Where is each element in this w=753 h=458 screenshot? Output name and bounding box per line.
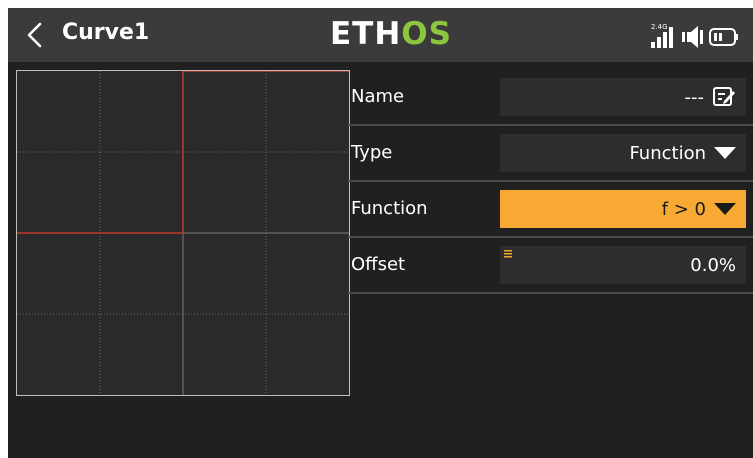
dropdown-triangle-icon — [714, 147, 736, 159]
adjust-marker-icon — [504, 250, 512, 258]
setting-row-type: Type Function — [348, 126, 753, 182]
function-value: f > 0 — [661, 198, 706, 220]
rf-band-label: 2.4G — [651, 23, 668, 31]
page-title: Curve1 — [62, 20, 150, 45]
name-value: --- — [684, 86, 705, 108]
type-label: Type — [351, 142, 393, 163]
logo-eth: ETH — [330, 16, 402, 52]
setting-row-function: Function f > 0 — [348, 182, 753, 238]
setting-row-offset: Offset 0.0% — [348, 238, 753, 294]
offset-field[interactable]: 0.0% — [500, 246, 746, 284]
name-label: Name — [351, 86, 405, 107]
back-chevron-icon[interactable] — [24, 21, 46, 49]
dropdown-triangle-icon — [714, 203, 736, 215]
name-field[interactable]: --- — [500, 78, 746, 116]
curve-graph — [16, 70, 350, 396]
speaker-icon — [682, 26, 703, 48]
status-icons: 2.4G — [649, 22, 739, 50]
function-dropdown[interactable]: f > 0 — [500, 190, 746, 228]
logo-os: OS — [401, 16, 452, 52]
screen: Curve1 ETHOS 2.4G Name --- Type Function… — [8, 8, 753, 458]
ethos-logo: ETHOS — [330, 16, 452, 52]
setting-row-name: Name --- — [348, 70, 753, 126]
offset-label: Offset — [351, 254, 406, 275]
offset-value: 0.0% — [690, 254, 736, 276]
curve-graph-svg — [17, 70, 349, 395]
header-bar: Curve1 ETHOS 2.4G — [8, 8, 753, 62]
edit-icon[interactable] — [712, 86, 736, 108]
function-label: Function — [351, 198, 428, 219]
type-value: Function — [629, 142, 706, 164]
rf-signal-icon: 2.4G — [651, 23, 673, 48]
battery-icon — [709, 28, 738, 46]
type-dropdown[interactable]: Function — [500, 134, 746, 172]
settings-panel: Name --- Type Function Function f > 0 Of… — [348, 70, 753, 294]
